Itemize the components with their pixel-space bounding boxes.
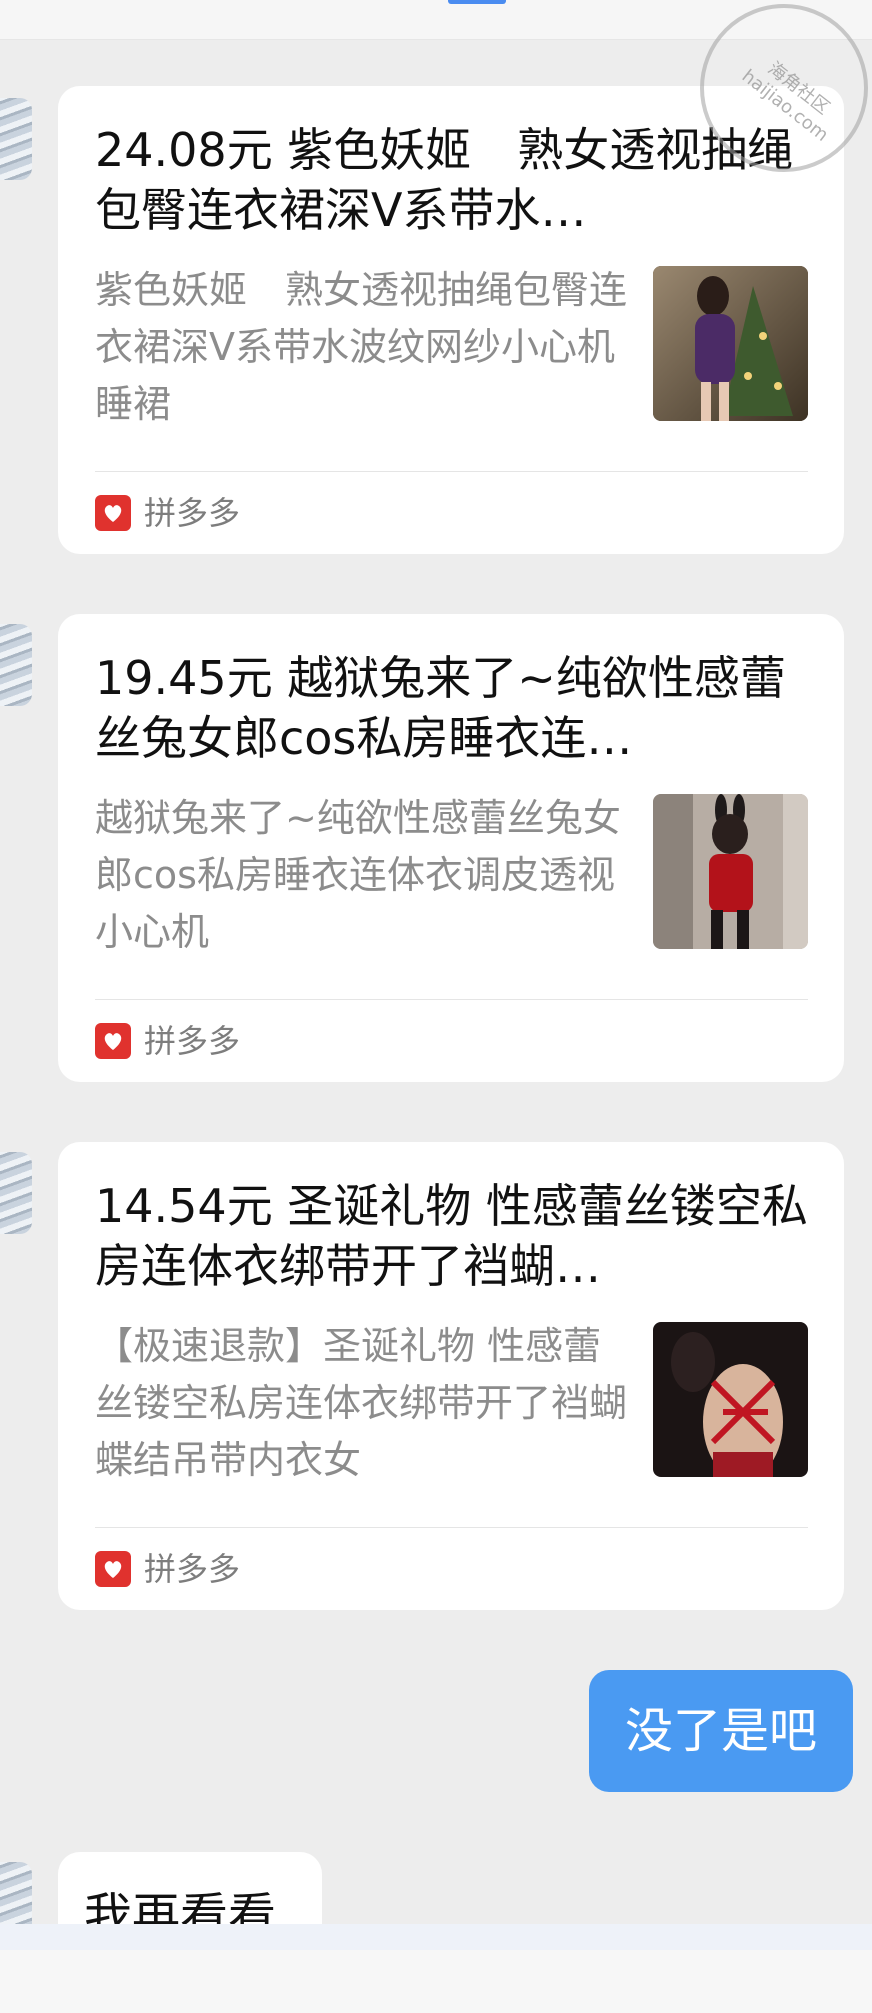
product-card[interactable]: 24.08元 紫色妖姬 熟女透视抽绳包臀连衣裙深V系带水… 紫色妖姬 熟女透视抽… (58, 86, 844, 554)
pinduoduo-icon (95, 495, 131, 531)
product-title: 14.54元 圣诞礼物 性感蕾丝镂空私房连体衣绑带开了裆蝴… (95, 1179, 808, 1293)
scroll-indicator (448, 0, 506, 4)
product-card[interactable]: 14.54元 圣诞礼物 性感蕾丝镂空私房连体衣绑带开了裆蝴… 【极速退款】圣诞礼… (58, 1142, 844, 1610)
sender-avatar[interactable] (0, 98, 32, 180)
product-thumbnail (653, 794, 808, 949)
card-divider (95, 999, 808, 1000)
product-thumbnail (653, 1322, 808, 1477)
product-title: 19.45元 越狱兔来了~纯欲性感蕾丝兔女郎cos私房睡衣连… (95, 651, 786, 765)
source-label: 拼多多 (144, 1022, 241, 1060)
product-description: 紫色妖姬 熟女透视抽绳包臀连衣裙深V系带水波纹网纱小心机睡裙 (95, 268, 628, 426)
chat-screen: 24.08元 紫色妖姬 熟女透视抽绳包臀连衣裙深V系带水… 紫色妖姬 熟女透视抽… (0, 0, 872, 2013)
card-divider (95, 471, 808, 472)
pinduoduo-icon (95, 1551, 131, 1587)
my-message-bubble[interactable]: 没了是吧 (589, 1670, 853, 1792)
bottom-strip (0, 1924, 872, 1950)
source-label: 拼多多 (144, 494, 241, 532)
pinduoduo-icon (95, 1023, 131, 1059)
product-description: 越狱兔来了~纯欲性感蕾丝兔女郎cos私房睡衣连体衣调皮透视小心机 (95, 796, 621, 954)
sender-avatar[interactable] (0, 624, 32, 706)
source-label: 拼多多 (144, 1550, 241, 1588)
product-title: 24.08元 紫色妖姬 熟女透视抽绳包臀连衣裙深V系带水… (95, 123, 794, 237)
product-description: 【极速退款】圣诞礼物 性感蕾丝镂空私房连体衣绑带开了裆蝴蝶结吊带内衣女 (95, 1324, 628, 1482)
sender-avatar[interactable] (0, 1152, 32, 1234)
watermark-text: 海角社区 haijiao.com (737, 57, 834, 146)
product-card[interactable]: 19.45元 越狱兔来了~纯欲性感蕾丝兔女郎cos私房睡衣连… 越狱兔来了~纯欲… (58, 614, 844, 1082)
card-divider (95, 1527, 808, 1528)
watermark-logo: 海角社区 haijiao.com (700, 4, 868, 172)
product-thumbnail (653, 266, 808, 421)
